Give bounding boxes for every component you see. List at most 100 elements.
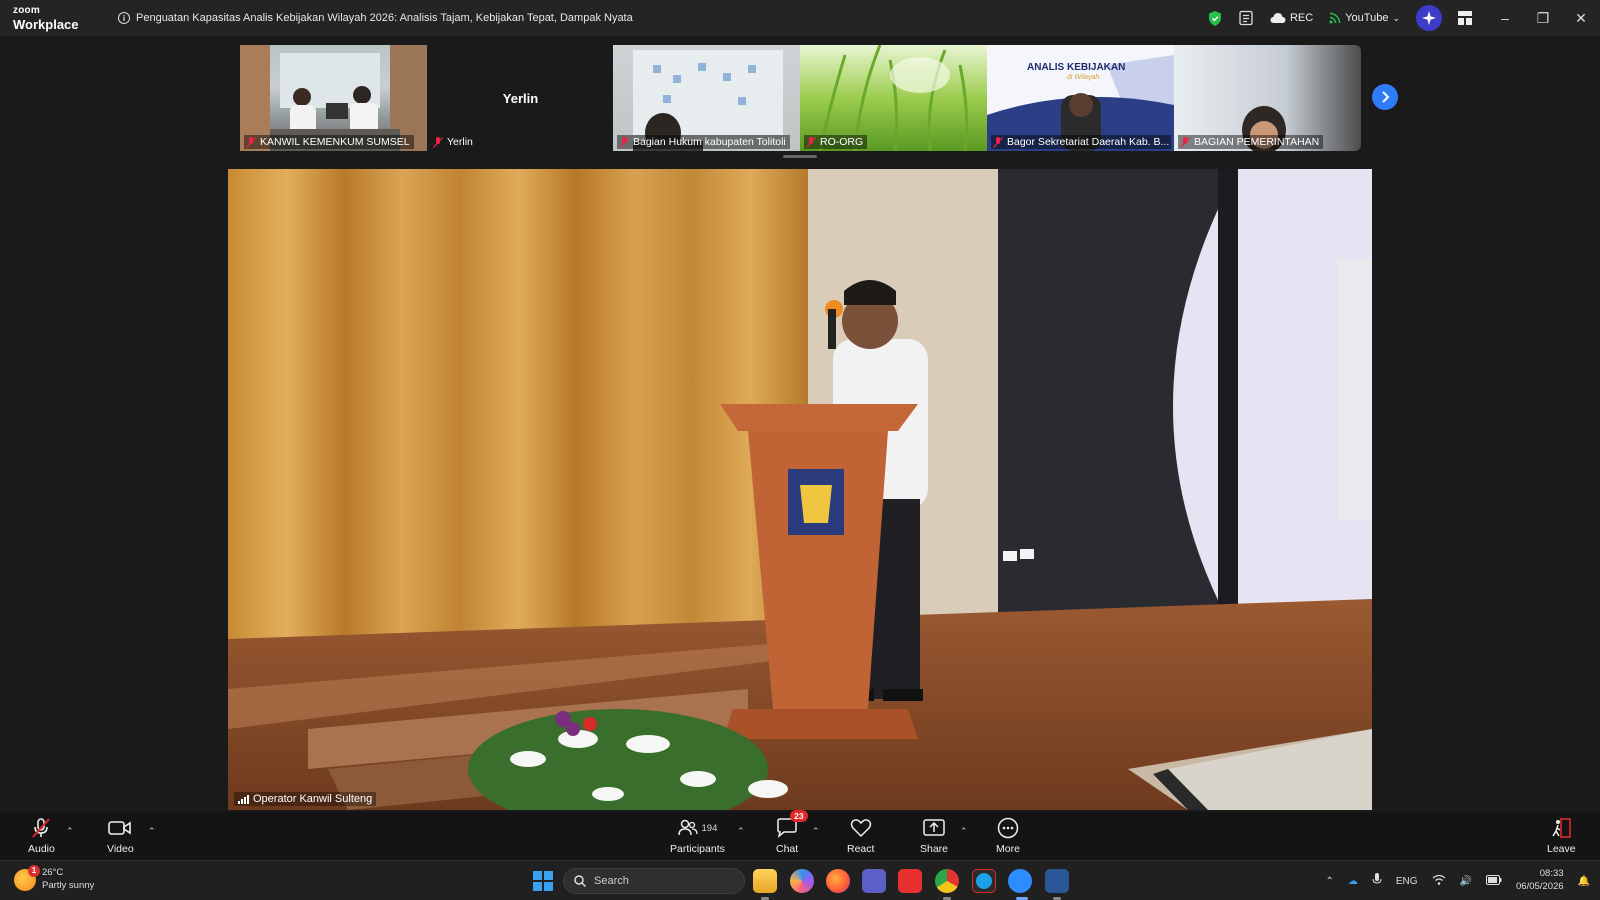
participant-name-label: Yerlin — [431, 135, 477, 149]
share-options-caret[interactable]: ⌃ — [960, 826, 968, 837]
stream-label: YouTube — [1345, 12, 1389, 24]
participant-count: 194 — [701, 822, 718, 834]
muted-mic-icon — [246, 136, 256, 148]
participant-tile[interactable]: Bagian Hukum kabupaten Tolitoli — [613, 45, 800, 151]
participants-icon — [677, 819, 698, 836]
video-label: Video — [107, 843, 134, 855]
microphone-icon[interactable] — [1372, 873, 1382, 889]
participant-tile[interactable]: KANWIL KEMENKUM SUMSEL — [240, 45, 427, 151]
rec-label: REC — [1289, 12, 1314, 24]
language-indicator[interactable]: ENG — [1396, 876, 1418, 887]
zoom-logo: zoom Workplace — [13, 4, 103, 31]
video-options-caret[interactable]: ⌃ — [148, 826, 156, 837]
close-button[interactable]: ✕ — [1562, 10, 1600, 27]
battery-icon[interactable] — [1486, 874, 1502, 888]
word-icon[interactable] — [1045, 869, 1069, 893]
chevron-down-icon: ⌄ — [1392, 12, 1400, 23]
participants-label: Participants — [670, 843, 725, 855]
clock[interactable]: 08:33 06/05/2026 — [1516, 868, 1564, 894]
chat-button[interactable]: 23 Chat — [776, 810, 808, 855]
more-button[interactable]: More — [996, 816, 1020, 855]
wps-office-icon[interactable] — [898, 869, 922, 893]
meeting-toolbar: Audio ⌃ Video ⌃ 194 Participants ⌃ 23 Ch… — [0, 810, 1600, 860]
title-bar: zoom Workplace i Penguatan Kapasitas Ana… — [0, 0, 1600, 36]
muted-mic-icon — [993, 136, 1003, 148]
meeting-info[interactable]: i Penguatan Kapasitas Analis Kebijakan W… — [118, 12, 633, 24]
audio-label: Audio — [28, 843, 55, 855]
participant-tile[interactable]: RO-ORG — [800, 45, 987, 151]
slide-heading: ANALIS KEBIJAKAN — [1027, 62, 1126, 73]
encryption-shield-icon[interactable] — [1208, 10, 1222, 26]
participant-strip: KANWIL KEMENKUM SUMSEL Yerlin Yerlin Bag… — [0, 36, 1600, 164]
weather-alert-badge: 1 — [28, 864, 40, 877]
chevron-up-icon[interactable]: ⌃ — [1325, 876, 1333, 887]
clock-date: 06/05/2026 — [1516, 881, 1564, 892]
teams-icon[interactable] — [862, 869, 886, 893]
audio-button[interactable]: Audio — [28, 816, 55, 855]
participant-name-label: RO-ORG — [804, 135, 868, 149]
wifi-icon[interactable] — [1432, 874, 1446, 888]
muted-mic-icon — [806, 136, 816, 148]
muted-mic-icon — [619, 136, 629, 148]
skype-icon[interactable] — [972, 869, 996, 893]
chat-label: Chat — [776, 843, 799, 855]
ai-companion-icon[interactable] — [1416, 5, 1442, 31]
share-button[interactable]: Share — [920, 816, 948, 855]
participant-name-label: Bagian Hukum kabupaten Tolitoli — [617, 135, 790, 149]
leave-door-icon — [1552, 818, 1572, 838]
notifications-icon[interactable]: 🔔 — [1578, 876, 1590, 887]
participant-tile[interactable]: ANALIS KEBIJAKAN di Wilayah Bagor Sekret… — [987, 45, 1174, 151]
audio-options-caret[interactable]: ⌃ — [66, 826, 74, 837]
restore-button[interactable]: ❐ — [1524, 10, 1562, 27]
weather-widget[interactable]: 1 26°C Partly sunny — [14, 864, 95, 893]
chat-options-caret[interactable]: ⌃ — [812, 826, 820, 837]
system-tray: ⌃ ☁ ENG 🔊 08:33 06/05/2026 🔔 — [1311, 861, 1590, 900]
react-label: React — [847, 843, 875, 855]
volume-icon[interactable]: 🔊 — [1460, 876, 1472, 887]
muted-mic-icon — [433, 136, 443, 148]
participants-options-caret[interactable]: ⌃ — [737, 826, 745, 837]
muted-mic-icon — [32, 818, 51, 838]
participant-tile[interactable]: Yerlin Yerlin — [427, 45, 614, 151]
leave-button[interactable]: Leave — [1547, 816, 1576, 855]
taskbar-search-input[interactable]: Search — [563, 868, 745, 894]
zoom-app-icon[interactable] — [1008, 869, 1032, 893]
react-button[interactable]: React — [847, 816, 874, 855]
active-speaker-video[interactable]: Operator Kanwil Sulteng — [228, 169, 1372, 810]
next-page-button[interactable] — [1372, 84, 1398, 110]
share-screen-icon — [923, 819, 945, 836]
video-button[interactable]: Video — [107, 816, 134, 855]
participants-button[interactable]: 194 Participants — [670, 816, 725, 855]
speaker-video-frame — [228, 169, 1372, 810]
onedrive-cloud-icon[interactable]: ☁ — [1348, 876, 1358, 887]
participant-name-label: BAGIAN PEMERINTAHAN — [1178, 135, 1324, 149]
slide-subheading: di Wilayah — [1067, 74, 1100, 81]
os-taskbar: 1 26°C Partly sunny Search ⌃ ☁ ENG 🔊 08:… — [0, 860, 1600, 900]
firefox-icon[interactable] — [826, 869, 850, 893]
minimize-button[interactable]: – — [1486, 10, 1524, 26]
leave-label: Leave — [1547, 843, 1576, 855]
livestream-button[interactable]: YouTube ⌄ — [1329, 12, 1400, 24]
chevron-right-icon — [1382, 91, 1390, 103]
participant-name-label: Bagor Sekretariat Daerah Kab. B... — [991, 135, 1171, 149]
notes-icon[interactable] — [1238, 10, 1254, 26]
search-placeholder: Search — [594, 875, 629, 887]
file-explorer-icon[interactable] — [753, 869, 777, 893]
info-icon[interactable]: i — [118, 12, 130, 24]
muted-mic-icon — [1180, 136, 1190, 148]
more-label: More — [996, 843, 1020, 855]
share-label: Share — [920, 843, 949, 855]
participant-tile[interactable]: BAGIAN PEMERINTAHAN — [1174, 45, 1361, 151]
chat-unread-badge: 23 — [790, 810, 808, 822]
windows-start-icon[interactable] — [533, 871, 553, 891]
chrome-icon[interactable] — [935, 869, 959, 893]
strip-resize-handle[interactable] — [783, 155, 817, 158]
copilot-icon[interactable] — [790, 869, 814, 893]
participant-display-name: Yerlin — [502, 91, 539, 106]
cloud-recording-indicator[interactable]: REC — [1270, 12, 1313, 24]
weather-description: Partly sunny — [42, 879, 95, 891]
brand-top: zoom — [13, 4, 40, 16]
apps-grid-icon[interactable] — [1458, 11, 1472, 25]
weather-temperature: 26°C — [42, 867, 64, 878]
participant-name-label: KANWIL KEMENKUM SUMSEL — [244, 135, 414, 149]
